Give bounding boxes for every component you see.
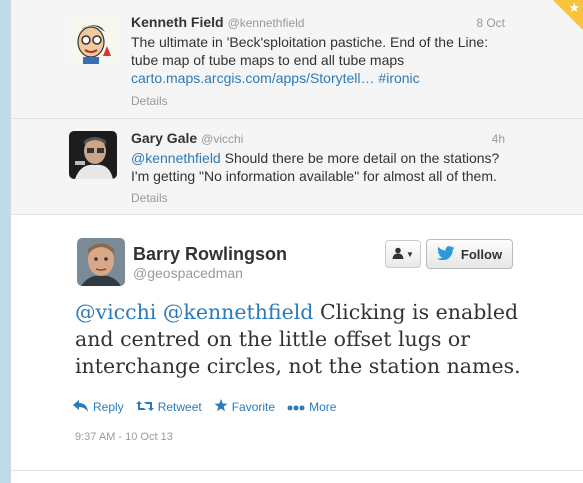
user-handle[interactable]: @geospacedman	[133, 265, 243, 281]
tweet-text-segment: Should there be more detail on the stati…	[220, 150, 500, 166]
tweet-url-link[interactable]: carto.maps.arcgis.com/apps/Storytell…	[131, 70, 375, 86]
tweet-text-line: The ultimate in 'Beck'sploitation pastic…	[131, 34, 489, 50]
tweet-text-line: and centred on the little offset lugs or	[75, 327, 471, 351]
tweet-text-segment: Clicking is enabled	[313, 300, 519, 324]
follow-label: Follow	[460, 246, 503, 262]
mention-link[interactable]: @vicchi	[75, 300, 156, 324]
retweet-icon	[135, 400, 158, 415]
main-tweet-text: @vicchi @kennethfield Clicking is enable…	[75, 299, 555, 380]
star-icon: ★	[568, 0, 580, 15]
user-icon	[392, 247, 404, 262]
tweet-text-line: tube map of tube maps to end all tube ma…	[131, 52, 405, 68]
tweet-header: Gary Gale @vicchi	[131, 130, 243, 146]
reply-button[interactable]: Reply	[73, 399, 124, 415]
details-link[interactable]: Details	[131, 191, 168, 205]
tweet-permalink-panel: ★ Kenneth Field @kennethfield 8 Oct The u…	[10, 0, 583, 483]
tweet-header: Kenneth Field @kennethfield	[131, 14, 304, 30]
favorite-button[interactable]: Favorite	[214, 399, 275, 415]
favorite-star-icon	[214, 399, 232, 415]
tweet-timestamp[interactable]: 9:37 AM - 10 Oct 13	[75, 431, 173, 443]
caret-down-icon: ▼	[406, 249, 414, 259]
user-actions-button[interactable]: ▼	[385, 240, 421, 268]
context-tweet-vicchi[interactable]: Gary Gale @vicchi 4h @kennethfield Should…	[11, 119, 583, 215]
mention-link[interactable]: @kennethfield	[131, 150, 221, 166]
avatar[interactable]	[77, 238, 125, 286]
details-link[interactable]: Details	[131, 94, 168, 108]
avatar[interactable]	[69, 16, 117, 64]
user-name[interactable]: Kenneth Field	[131, 14, 224, 30]
hashtag-link[interactable]: #ironic	[378, 70, 419, 86]
more-dots-icon	[287, 400, 309, 414]
retweet-button[interactable]: Retweet	[135, 400, 202, 415]
tweet-text: @kennethfield Should there be more detai…	[131, 149, 561, 185]
reply-icon	[73, 399, 93, 415]
tweet-time[interactable]: 8 Oct	[476, 16, 505, 30]
more-label: More	[309, 400, 337, 414]
tweet-time[interactable]: 4h	[492, 132, 505, 146]
divider	[11, 470, 583, 471]
tweet-text: The ultimate in 'Beck'sploitation pastic…	[131, 33, 551, 87]
tweet-text-line: I'm getting "No information available" f…	[131, 168, 497, 184]
twitter-bird-icon	[436, 245, 455, 263]
retweet-label: Retweet	[157, 400, 202, 414]
favorite-label: Favorite	[231, 400, 276, 414]
more-button[interactable]: More	[287, 400, 336, 414]
user-handle[interactable]: @vicchi	[201, 132, 243, 146]
mention-link[interactable]: @kennethfield	[163, 300, 314, 324]
user-name[interactable]: Gary Gale	[131, 130, 197, 146]
reply-label: Reply	[93, 400, 124, 414]
user-handle[interactable]: @kennethfield	[228, 16, 305, 30]
avatar[interactable]	[69, 131, 117, 179]
user-name[interactable]: Barry Rowlingson	[133, 244, 287, 265]
tweet-actions: Reply Retweet Favorite More	[73, 399, 348, 415]
context-tweet-kennethfield[interactable]: ★ Kenneth Field @kennethfield 8 Oct The u…	[11, 0, 583, 119]
tweet-text-line: interchange circles, not the station nam…	[75, 354, 521, 378]
follow-button[interactable]: Follow	[426, 239, 513, 269]
